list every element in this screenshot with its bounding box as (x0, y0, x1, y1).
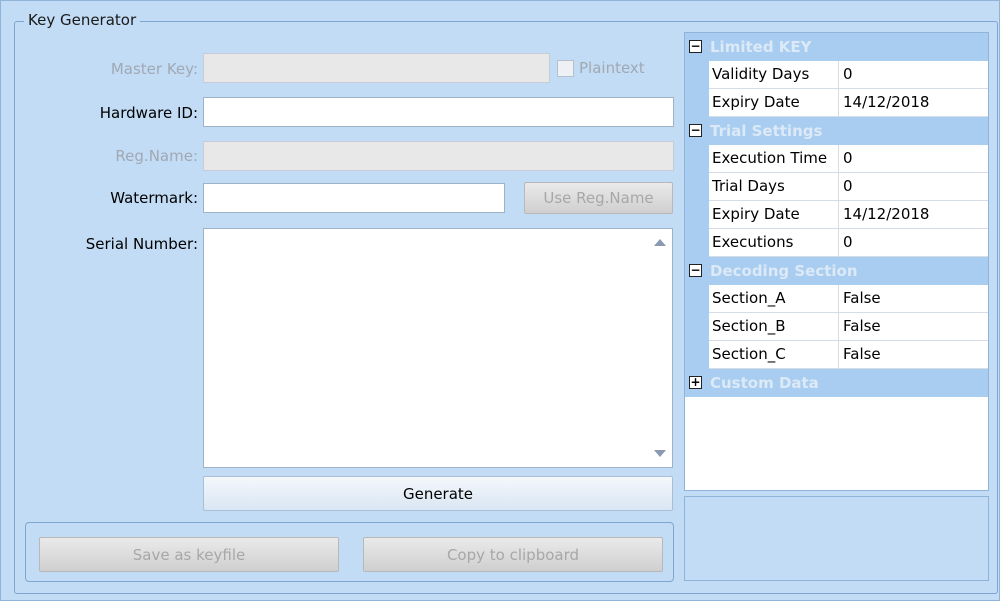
property-name: Section_A (709, 285, 839, 313)
property-row[interactable]: Expiry Date 14/12/2018 (685, 89, 988, 117)
property-name: Expiry Date (709, 89, 839, 117)
scroll-down-arrow-icon[interactable] (654, 450, 666, 457)
expand-icon[interactable]: + (689, 376, 702, 389)
plaintext-label: Plaintext (579, 59, 645, 77)
property-name: Validity Days (709, 61, 839, 89)
property-value[interactable]: False (839, 285, 988, 313)
hardware-id-input[interactable] (204, 98, 673, 126)
generate-button[interactable]: Generate (203, 476, 673, 511)
master-key-input[interactable] (204, 54, 549, 82)
property-row[interactable]: Validity Days 0 (685, 61, 988, 89)
property-row[interactable]: Execution Time 0 (685, 145, 988, 173)
category-decoding-section[interactable]: − Decoding Section (685, 257, 988, 285)
property-value[interactable]: 0 (839, 145, 988, 173)
save-keyfile-button[interactable]: Save as keyfile (39, 537, 339, 572)
copy-clipboard-button[interactable]: Copy to clipboard (363, 537, 663, 572)
hardware-id-field[interactable] (203, 97, 674, 127)
serial-number-scrollbar[interactable] (648, 229, 672, 467)
collapse-icon[interactable]: − (689, 124, 702, 137)
property-name: Executions (709, 229, 839, 257)
property-value[interactable]: 14/12/2018 (839, 89, 988, 117)
master-key-field[interactable] (203, 53, 550, 83)
master-key-label: Master Key: (110, 60, 198, 78)
property-value[interactable]: 14/12/2018 (839, 201, 988, 229)
reg-name-field[interactable] (203, 141, 674, 171)
property-value[interactable]: False (839, 341, 988, 369)
property-name: Section_B (709, 313, 839, 341)
collapse-icon[interactable]: − (689, 264, 702, 277)
collapse-icon[interactable]: − (689, 40, 702, 53)
property-row[interactable]: Expiry Date 14/12/2018 (685, 201, 988, 229)
property-row[interactable]: Section_B False (685, 313, 988, 341)
property-name: Expiry Date (709, 201, 839, 229)
plaintext-checkbox[interactable] (557, 59, 574, 77)
property-value[interactable]: 0 (839, 61, 988, 89)
reg-name-input[interactable] (204, 142, 673, 170)
property-row[interactable]: Executions 0 (685, 229, 988, 257)
group-title: Key Generator (24, 11, 141, 29)
property-row[interactable]: Section_C False (685, 341, 988, 369)
property-value[interactable]: 0 (839, 229, 988, 257)
category-custom-data[interactable]: + Custom Data (685, 369, 988, 397)
property-description-panel (684, 496, 989, 581)
serial-number-label: Serial Number: (85, 235, 198, 253)
property-row[interactable]: Section_A False (685, 285, 988, 313)
property-name: Section_C (709, 341, 839, 369)
category-trial-settings[interactable]: − Trial Settings (685, 117, 988, 145)
plaintext-checkbox-wrap[interactable]: Plaintext (557, 59, 645, 77)
watermark-input[interactable] (204, 184, 504, 212)
watermark-field[interactable] (203, 183, 505, 213)
watermark-label: Watermark: (110, 189, 198, 207)
property-value[interactable]: False (839, 313, 988, 341)
scroll-up-arrow-icon[interactable] (654, 239, 666, 246)
property-row[interactable]: Trial Days 0 (685, 173, 988, 201)
category-limited-key[interactable]: − Limited KEY (685, 33, 988, 61)
hardware-id-label: Hardware ID: (99, 104, 198, 122)
use-reg-name-button[interactable]: Use Reg.Name (524, 182, 673, 214)
property-value[interactable]: 0 (839, 173, 988, 201)
reg-name-label: Reg.Name: (115, 147, 198, 165)
property-name: Execution Time (709, 145, 839, 173)
serial-number-textarea[interactable] (203, 228, 673, 468)
property-grid[interactable]: − Limited KEY Validity Days 0 Expiry Dat… (684, 32, 989, 491)
property-name: Trial Days (709, 173, 839, 201)
